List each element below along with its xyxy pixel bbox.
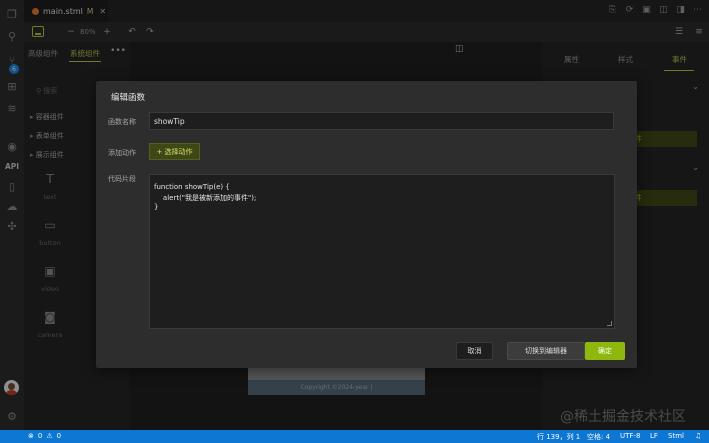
cursor-position[interactable]: 行 139，列 1 <box>537 432 580 442</box>
edit-function-dialog: 编辑函数 函数名称 添加动作 + 选择动作 代码片段 function show… <box>96 81 637 368</box>
function-name-label: 函数名称 <box>108 118 136 126</box>
code-snippet-label: 代码片段 <box>108 175 136 183</box>
problems-indicator[interactable]: ⊗ 0 ⚠ 0 <box>28 432 61 440</box>
warning-icon: ⚠ <box>46 432 53 440</box>
switch-to-editor-button[interactable]: 切换到编辑器 <box>507 342 585 360</box>
function-name-input[interactable] <box>149 112 614 130</box>
notifications-icon[interactable]: ♫ <box>695 432 701 440</box>
error-count: 0 <box>37 432 43 440</box>
select-action-button[interactable]: + 选择动作 <box>149 143 200 160</box>
code-line: } <box>154 203 159 211</box>
encoding[interactable]: UTF-8 <box>620 432 640 440</box>
cancel-button[interactable]: 取消 <box>456 342 493 360</box>
add-action-label: 添加动作 <box>108 149 136 157</box>
dialog-title: 编辑函数 <box>111 93 146 103</box>
confirm-button[interactable]: 确定 <box>585 342 625 360</box>
language-mode[interactable]: Stml <box>668 432 684 440</box>
status-bar: ⊗ 0 ⚠ 0 行 139，列 1 空格: 4 UTF-8 LF Stml ♫ <box>0 430 709 443</box>
warning-count: 0 <box>56 432 62 440</box>
code-line: function showTip(e) { <box>154 183 230 191</box>
resize-handle[interactable] <box>607 321 612 326</box>
indentation[interactable]: 空格: 4 <box>587 432 610 442</box>
error-icon: ⊗ <box>28 432 34 440</box>
code-snippet-textarea[interactable]: function showTip(e) { alert("我是被新添加的事件")… <box>149 174 615 329</box>
line-ending[interactable]: LF <box>650 432 658 440</box>
code-line: alert("我是被新添加的事件"); <box>154 194 257 202</box>
